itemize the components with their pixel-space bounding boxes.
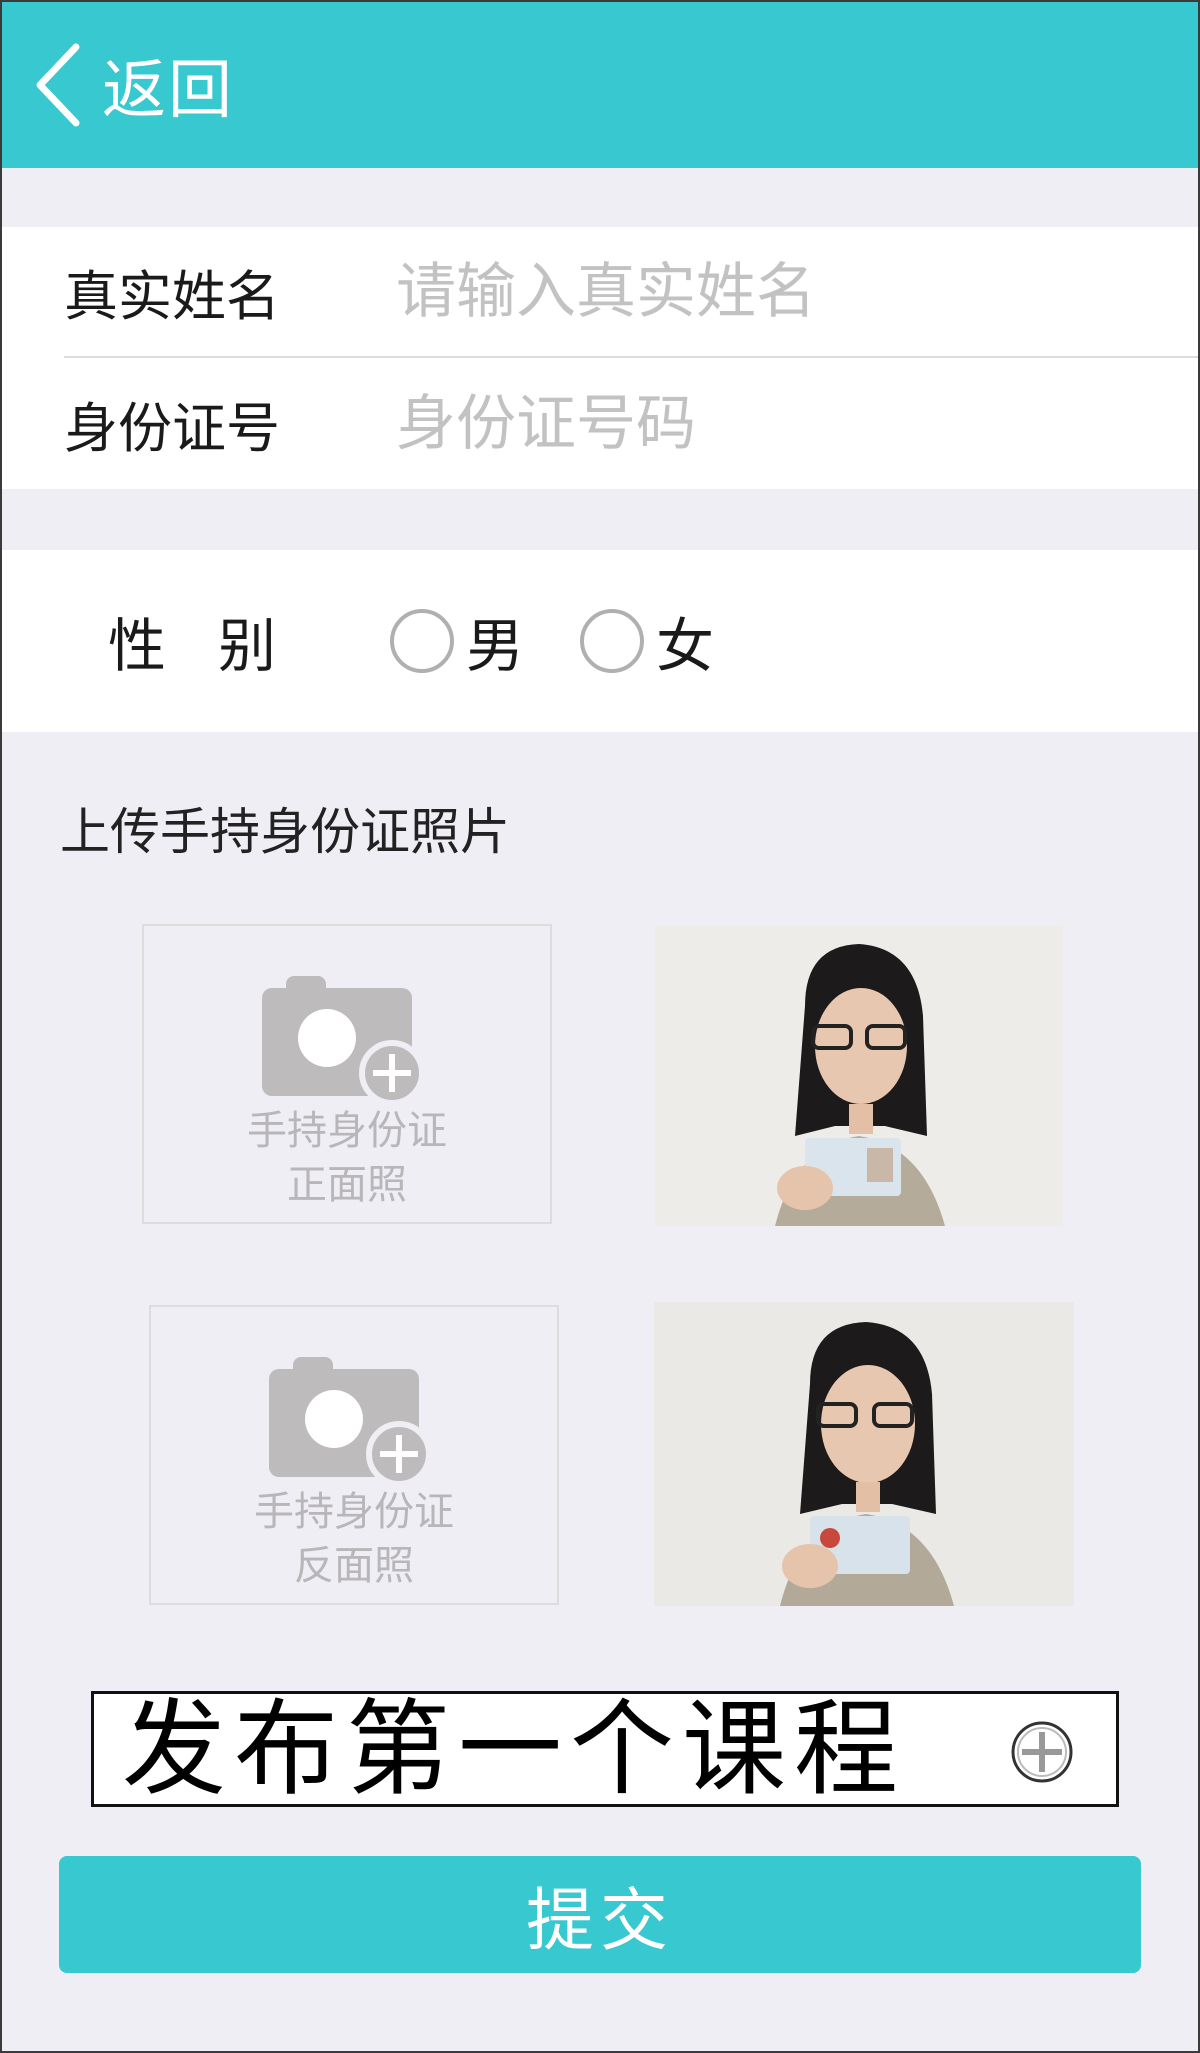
gender-option-male[interactable]: 男 xyxy=(390,599,524,683)
gender-card: 性别 男 女 xyxy=(2,550,1198,732)
back-label: 返回 xyxy=(102,54,234,128)
radio-circle-icon xyxy=(580,609,644,673)
chevron-left-icon xyxy=(36,43,80,127)
gender-option-label: 男 xyxy=(466,612,525,680)
id-number-input[interactable] xyxy=(396,388,1156,459)
gender-option-label: 女 xyxy=(656,612,715,680)
id-number-label: 身份证号 xyxy=(64,397,280,460)
sample-back-photo xyxy=(654,1302,1074,1606)
back-button[interactable]: 返回 xyxy=(30,39,234,131)
upload-front-caption-line1: 手持身份证 xyxy=(247,1108,447,1154)
identity-form-card: 真实姓名 身份证号 xyxy=(2,227,1198,489)
upload-front-photo-button[interactable]: 手持身份证 正面照 xyxy=(142,924,552,1224)
name-label: 真实姓名 xyxy=(64,265,280,328)
top-bar: 返回 xyxy=(2,2,1198,168)
camera-add-icon xyxy=(262,976,425,1106)
sample-person-image xyxy=(655,926,1063,1226)
gender-option-female[interactable]: 女 xyxy=(580,599,714,683)
upload-back-caption-line2: 反面照 xyxy=(294,1543,414,1589)
submit-label: 提交 xyxy=(525,1882,674,1961)
sample-person-image xyxy=(654,1302,1074,1606)
name-input[interactable] xyxy=(396,256,1156,327)
circle-plus-icon xyxy=(1011,1721,1073,1783)
publish-first-course-button[interactable]: 发布第一个课程 xyxy=(91,1691,1119,1807)
publish-first-course-label: 发布第一个课程 xyxy=(122,1688,907,1810)
upload-back-caption-line1: 手持身份证 xyxy=(254,1489,454,1535)
camera-add-icon xyxy=(269,1357,432,1487)
submit-button[interactable]: 提交 xyxy=(59,1856,1141,1973)
name-row: 真实姓名 xyxy=(64,227,1198,358)
upload-section-title: 上传手持身份证照片 xyxy=(60,803,510,861)
gender-label: 性别 xyxy=(108,612,329,680)
upload-front-caption-line2: 正面照 xyxy=(287,1162,407,1208)
upload-back-photo-button[interactable]: 手持身份证 反面照 xyxy=(149,1305,559,1605)
radio-circle-icon xyxy=(390,609,454,673)
sample-front-photo xyxy=(655,926,1063,1226)
id-number-row: 身份证号 xyxy=(64,358,1198,489)
